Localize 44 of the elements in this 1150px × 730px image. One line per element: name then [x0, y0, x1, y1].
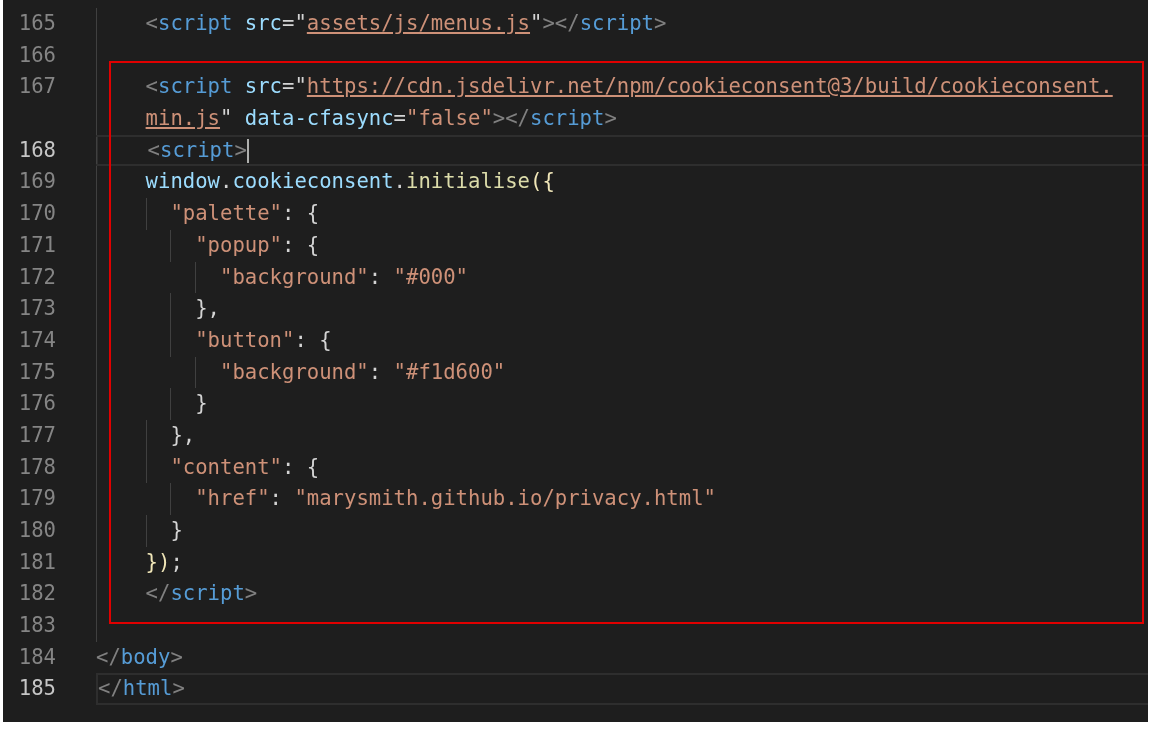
- line-number: 170: [18, 201, 56, 226]
- code-line: }: [169, 517, 183, 544]
- line-number: 182: [18, 581, 56, 606]
- code-line: },: [194, 295, 220, 323]
- line-number: 176: [18, 391, 56, 416]
- line-number: 173: [18, 296, 56, 321]
- line-number: 169: [18, 169, 56, 194]
- code-line: </body>: [96, 643, 183, 671]
- line-number: 183: [18, 613, 56, 638]
- line-number: 166: [18, 42, 56, 67]
- code-line: "button": {: [194, 326, 332, 354]
- code-link[interactable]: https://cdn.jsdelivr.net/npm/cookieconsent@3/build/cookieconsent.: [306, 74, 1113, 99]
- line-number: 171: [18, 232, 56, 257]
- line-number: 180: [18, 518, 56, 542]
- code-line: });: [144, 548, 183, 576]
- line-number: 165: [18, 11, 56, 35]
- code-line: "background": "#000": [219, 263, 468, 291]
- code-line: "popup": {: [194, 231, 320, 259]
- code-line: <script src="assets/js/menus.js"></script>: [144, 10, 667, 37]
- code-line: }: [194, 390, 208, 418]
- code-line: </script>: [144, 580, 258, 608]
- code-line: "background": "#f1d600": [219, 358, 506, 386]
- line-number: 184: [18, 644, 56, 669]
- line-number: 181: [18, 549, 56, 574]
- code-link[interactable]: assets/js/menus.js: [306, 11, 530, 35]
- code-line: "palette": {: [169, 200, 320, 228]
- code-line: <script src="https://cdn.jsdelivr.net/npm/cookieconsent@3/build/cookieconsent.: [144, 73, 1113, 101]
- code-link[interactable]: min.js: [145, 106, 220, 131]
- line-number: 178: [18, 454, 56, 479]
- line-number: 179: [18, 486, 56, 511]
- line-number: 167: [18, 74, 56, 99]
- code-line: "content": {: [169, 453, 320, 481]
- code-line: "href": "marysmith.github.io/privacy.html": [194, 485, 716, 513]
- line-number: 177: [18, 422, 56, 447]
- line-number: 172: [18, 264, 56, 289]
- code-line: min.js" data-cfasync="false"></script>: [144, 105, 617, 133]
- line-number: 168: [18, 137, 56, 162]
- code-line: <script>: [146, 136, 247, 164]
- line-number: 175: [18, 359, 56, 384]
- line-number: 174: [18, 327, 56, 352]
- line-number: 185: [18, 676, 56, 701]
- code-line: </html>: [98, 675, 185, 703]
- code-line: window.cookieconsent.initialise({: [144, 168, 555, 196]
- code-line: },: [169, 421, 196, 449]
